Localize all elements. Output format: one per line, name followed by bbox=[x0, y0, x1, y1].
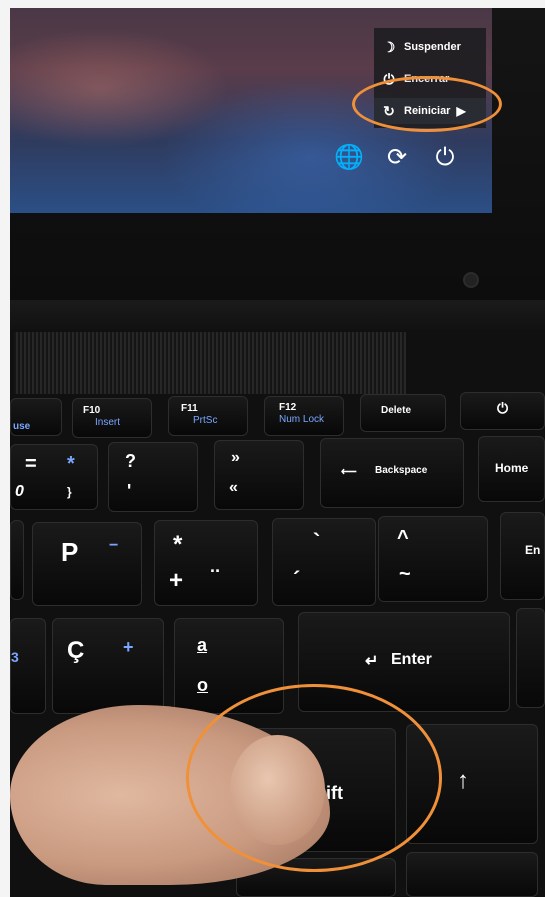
key-p[interactable]: P − bbox=[32, 522, 142, 606]
power-icon[interactable]: ⏻ bbox=[430, 143, 460, 173]
key-label: ? bbox=[125, 451, 136, 471]
key-delete[interactable]: Delete bbox=[360, 394, 446, 432]
key-label: ' bbox=[127, 481, 132, 501]
key-home[interactable]: Home bbox=[478, 436, 545, 502]
key-label: Ç bbox=[67, 637, 85, 664]
network-icon[interactable]: 🌐 bbox=[334, 143, 364, 173]
key-acute[interactable]: ` ´ bbox=[272, 518, 376, 606]
key-f11[interactable]: F11 PrtSc bbox=[168, 396, 248, 436]
key-label: Enter bbox=[391, 651, 432, 668]
key-f12[interactable]: F12 Num Lock bbox=[264, 396, 344, 436]
key-question[interactable]: ? ' bbox=[108, 442, 198, 512]
key-label: Home bbox=[495, 461, 529, 475]
screen-bottom-icons: 🌐 ⟳ ⏻ bbox=[334, 143, 464, 183]
key-label: F12 bbox=[279, 402, 297, 413]
arrow-up-icon: ↑ bbox=[457, 767, 469, 794]
highlight-ring-restart bbox=[352, 76, 502, 132]
menu-item-label: Suspender bbox=[404, 41, 461, 53]
backspace-arrow-icon: ⟵ bbox=[341, 466, 357, 478]
photo-stage: ☽ Suspender ⏻ Encerrar ↻ Reiniciar ▶ 🌐 ⟳… bbox=[0, 0, 545, 897]
key-label: ` bbox=[313, 529, 321, 554]
speaker-grille bbox=[14, 332, 406, 394]
key-label: ~ bbox=[399, 563, 411, 585]
key-zero[interactable]: = * 0 } bbox=[10, 444, 98, 510]
key-label: F11 bbox=[181, 403, 198, 414]
key-label: F10 bbox=[83, 405, 101, 416]
key-tilde[interactable]: ^ ~ bbox=[378, 516, 488, 602]
key-guillemet[interactable]: » « bbox=[214, 440, 304, 510]
highlight-ring-shift bbox=[186, 684, 442, 872]
key-label: o bbox=[197, 675, 208, 695]
key-label: use bbox=[13, 421, 31, 432]
key-sublabel: − bbox=[109, 537, 119, 554]
key-power[interactable]: ⏻ bbox=[460, 392, 545, 430]
key-sublabel: Num Lock bbox=[279, 414, 325, 425]
key-right-partial[interactable] bbox=[516, 608, 545, 708]
key-c-cedilla[interactable]: Ç + bbox=[52, 618, 164, 714]
key-pause-partial[interactable]: use bbox=[10, 398, 62, 436]
enter-arrow-icon: ↵ bbox=[365, 653, 379, 670]
key-o-partial[interactable] bbox=[10, 520, 24, 600]
key-plus[interactable]: * + ¨ bbox=[154, 520, 258, 606]
key-f10[interactable]: F10 Insert bbox=[72, 398, 152, 438]
key-sublabel: + bbox=[123, 637, 134, 657]
key-label: P bbox=[61, 537, 79, 567]
key-end[interactable]: En bbox=[500, 512, 545, 600]
key-bottom-row[interactable] bbox=[406, 852, 538, 897]
key-label: En bbox=[525, 543, 541, 557]
accessibility-icon[interactable]: ⟳ bbox=[382, 143, 412, 173]
key-label: 0 bbox=[15, 483, 24, 500]
key-label: « bbox=[229, 479, 238, 496]
key-sublabel: Insert bbox=[95, 417, 121, 428]
moon-icon: ☽ bbox=[382, 38, 396, 55]
key-label: = bbox=[25, 453, 37, 475]
key-label: ^ bbox=[397, 527, 409, 549]
key-sublabel: 3 bbox=[11, 649, 19, 665]
key-label: Backspace bbox=[375, 465, 428, 476]
key-backspace[interactable]: ⟵ Backspace bbox=[320, 438, 464, 508]
key-label: + bbox=[169, 567, 184, 594]
power-icon: ⏻ bbox=[497, 400, 509, 416]
webcam-dot bbox=[463, 272, 479, 288]
key-sublabel: * bbox=[67, 453, 75, 475]
key-label: Delete bbox=[381, 405, 412, 416]
key-sublabel: PrtSc bbox=[193, 415, 218, 426]
key-label: a bbox=[197, 635, 208, 655]
key-label: } bbox=[67, 485, 72, 499]
key-label: ´ bbox=[293, 567, 301, 592]
key-label: ¨ bbox=[211, 565, 219, 592]
key-l-partial[interactable]: 3 bbox=[10, 618, 46, 714]
menu-item-suspend[interactable]: ☽ Suspender bbox=[374, 34, 486, 60]
key-label: » bbox=[231, 449, 240, 466]
key-label: * bbox=[173, 531, 183, 558]
